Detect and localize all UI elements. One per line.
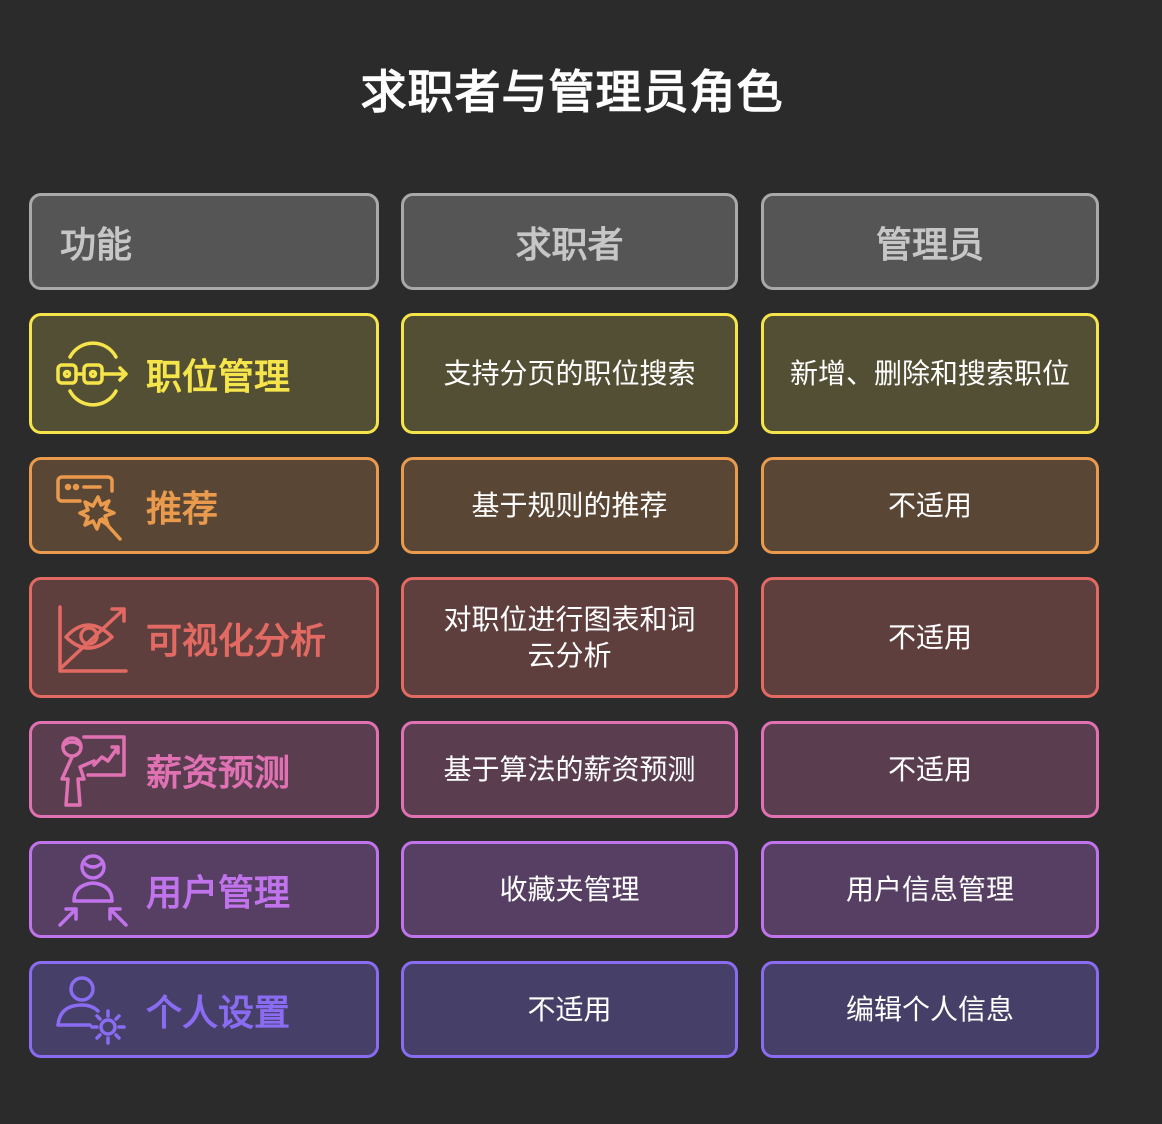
feature-label: 可视化分析 <box>146 620 327 662</box>
feature-cell-personal-settings: 个人设置 <box>29 961 379 1058</box>
jobseeker-cell-visual-analysis: 对职位进行图表和词云分析 <box>401 577 738 698</box>
eye-chart-icon <box>54 599 132 677</box>
user-gear-icon <box>54 971 132 1049</box>
feature-cell-visual-analysis: 可视化分析 <box>29 577 379 698</box>
header-jobseeker: 求职者 <box>401 193 738 290</box>
feature-cell-job-management: 职位管理 <box>29 313 379 434</box>
feature-label: 推荐 <box>146 488 219 530</box>
feature-label: 薪资预测 <box>146 752 291 794</box>
jobseeker-cell-job-management: 支持分页的职位搜索 <box>401 313 738 434</box>
feature-cell-user-management: 用户管理 <box>29 841 379 938</box>
admin-cell-user-management: 用户信息管理 <box>761 841 1099 938</box>
admin-cell-visual-analysis: 不适用 <box>761 577 1099 698</box>
admin-cell-job-management: 新增、删除和搜索职位 <box>761 313 1099 434</box>
jobseeker-cell-personal-settings: 不适用 <box>401 961 738 1058</box>
glasses-arrow-icon <box>54 335 132 413</box>
feature-cell-salary-prediction: 薪资预测 <box>29 721 379 818</box>
feature-label: 个人设置 <box>146 992 291 1034</box>
header-feature: 功能 <box>29 193 379 290</box>
feature-label: 职位管理 <box>146 356 291 398</box>
admin-cell-salary-prediction: 不适用 <box>761 721 1099 818</box>
admin-cell-personal-settings: 编辑个人信息 <box>761 961 1099 1058</box>
jobseeker-cell-salary-prediction: 基于算法的薪资预测 <box>401 721 738 818</box>
jobseeker-cell-recommendation: 基于规则的推荐 <box>401 457 738 554</box>
feature-label: 用户管理 <box>146 872 291 914</box>
presenter-chart-icon <box>54 731 132 809</box>
feature-cell-recommendation: 推荐 <box>29 457 379 554</box>
admin-cell-recommendation: 不适用 <box>761 457 1099 554</box>
header-admin: 管理员 <box>761 193 1099 290</box>
page-title: 求职者与管理员角色 <box>360 65 784 119</box>
user-arrows-icon <box>54 851 132 929</box>
click-burst-icon <box>54 467 132 545</box>
jobseeker-cell-user-management: 收藏夹管理 <box>401 841 738 938</box>
